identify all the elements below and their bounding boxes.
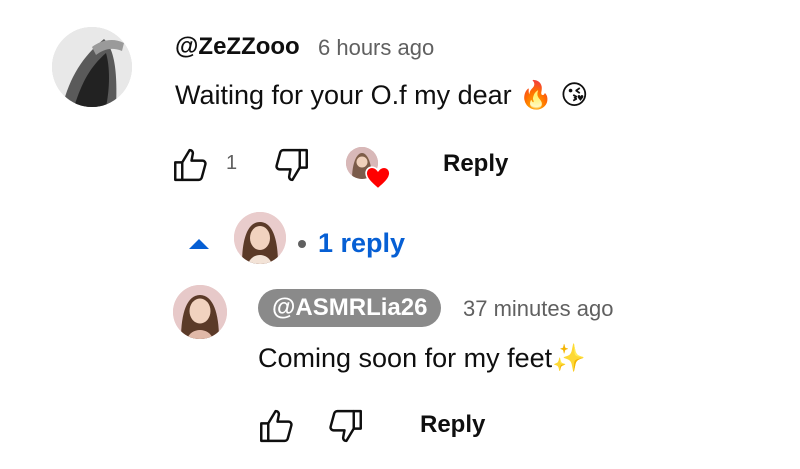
reply-thumb-up-icon[interactable] <box>256 405 298 447</box>
replier-avatar-image <box>234 212 286 264</box>
reply-text: Coming soon for my feet✨ <box>258 343 586 373</box>
comment-time[interactable]: 6 hours ago <box>318 35 434 61</box>
reply-author: @ASMRLia26 <box>272 294 428 321</box>
reply-author-avatar[interactable] <box>173 285 227 339</box>
reply-thumb-down-icon[interactable] <box>324 405 366 447</box>
like-count: 1 <box>226 152 238 174</box>
toggle-replies-link[interactable]: 1 reply <box>318 228 405 259</box>
reply-time[interactable]: 37 minutes ago <box>463 296 613 322</box>
reply-reply-button[interactable]: Reply <box>420 411 485 439</box>
comment-text: Waiting for your O.f my dear 🔥 😘 <box>175 80 589 110</box>
separator-dot <box>298 240 306 248</box>
creator-heart-icon <box>365 166 391 195</box>
replier-avatar <box>234 212 286 264</box>
commenter-avatar[interactable] <box>52 27 132 107</box>
thumb-down-icon[interactable] <box>270 144 312 186</box>
comment-author[interactable]: @ZeZZooo <box>175 33 300 61</box>
collapse-replies-arrow-icon[interactable] <box>189 237 209 255</box>
reply-button[interactable]: Reply <box>443 150 508 178</box>
avatar-image <box>52 27 132 107</box>
reply-author-chip[interactable]: @ASMRLia26 <box>258 289 442 327</box>
thumb-up-icon[interactable] <box>170 144 212 186</box>
reply-avatar-image <box>173 285 227 339</box>
